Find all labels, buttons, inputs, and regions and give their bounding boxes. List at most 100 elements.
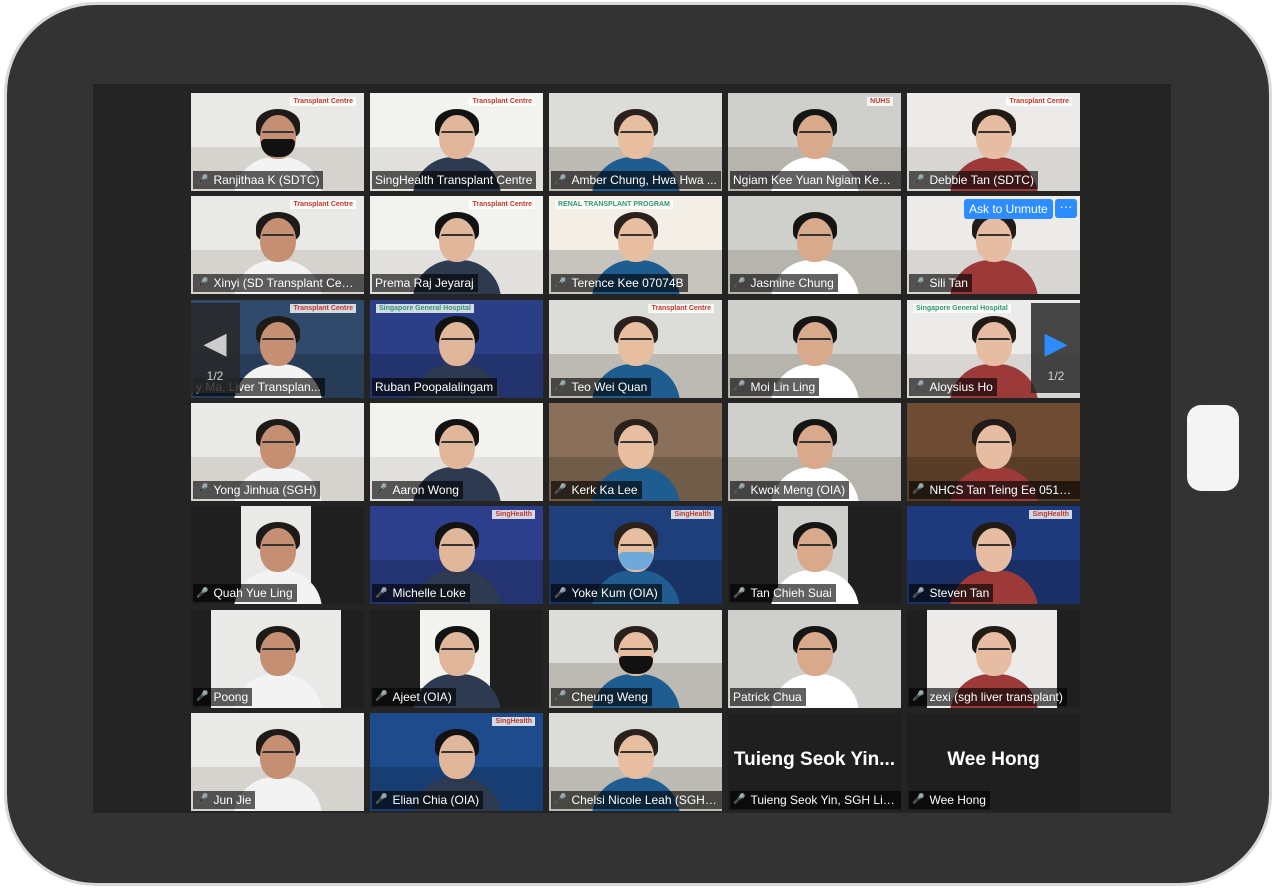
participant-name: Yoke Kum (OIA) (571, 586, 658, 601)
participant-tile[interactable]: 🎤 Aaron Wong (370, 402, 543, 501)
participant-tile[interactable]: SingHealth 🎤 Elian Chia (OIA) (370, 712, 543, 811)
organisation-logo: NUHS (867, 97, 893, 106)
participant-video (233, 624, 322, 708)
participant-name-label: 🎤 Aaron Wong (372, 480, 463, 499)
participant-name-label: Prema Raj Jeyaraj (372, 274, 478, 293)
participant-name: Sili Tan (929, 276, 968, 291)
participant-tile[interactable]: Transplant Centre SingHealth Transplant C… (370, 93, 543, 191)
muted-mic-icon: 🎤 (196, 794, 209, 806)
participant-tile[interactable]: 🎤 Kwok Meng (OIA) (728, 402, 901, 501)
muted-mic-icon: 🎤 (733, 277, 746, 289)
participant-name-label: 🎤 zexi (sgh liver transplant) (909, 687, 1067, 706)
participant-name-label: 🎤 Kwok Meng (OIA) (730, 480, 850, 499)
muted-mic-icon: 🎤 (554, 277, 567, 289)
participant-name: Yong Jinhua (SGH) (213, 482, 317, 497)
more-options-button[interactable]: ··· (1055, 199, 1077, 219)
organisation-logo: Transplant Centre (290, 200, 356, 210)
muted-mic-icon: 🎤 (196, 174, 209, 186)
participant-tile[interactable]: Wee Hong 🎤 Wee Hong (907, 712, 1080, 811)
participant-name-label: Ruban Poopalalingam (372, 377, 498, 396)
muted-mic-icon: 🎤 (912, 277, 925, 289)
organisation-logo: SingHealth (492, 716, 535, 726)
participant-name: Quah Yue Ling (213, 586, 293, 601)
participant-name: Steven Tan (929, 586, 990, 601)
muted-mic-icon: 🎤 (912, 587, 925, 599)
participant-name: Ruban Poopalalingam (375, 379, 494, 394)
participant-tile[interactable]: 🎤 zexi (sgh liver transplant) (907, 609, 1080, 708)
ask-to-unmute-button[interactable]: Ask to Unmute (964, 199, 1053, 220)
participant-tile[interactable]: Transplant Centre Prema Raj Jeyaraj (370, 196, 543, 295)
participant-video (233, 727, 322, 811)
participant-name-label: 🎤 NHCS Tan Teing Ee 05101B (909, 480, 1080, 499)
tablet-home-button[interactable] (1187, 405, 1239, 491)
muted-mic-icon: 🎤 (912, 484, 925, 496)
participant-name: Jasmine Chung (750, 276, 834, 291)
muted-mic-icon: 🎤 (733, 587, 746, 599)
muted-mic-icon: 🎤 (196, 277, 209, 289)
participant-tile[interactable]: 🎤 Yong Jinhua (SGH) (191, 402, 364, 501)
participant-tile[interactable]: SingHealth 🎤 Yoke Kum (OIA) (549, 506, 722, 605)
participant-name-label: 🎤 Yong Jinhua (SGH) (193, 480, 321, 499)
muted-mic-icon: 🎤 (375, 587, 388, 599)
prev-page-button[interactable]: ◀ 1/2 (190, 303, 240, 393)
participant-name: zexi (sgh liver transplant) (929, 689, 1063, 704)
participant-name: NHCS Tan Teing Ee 05101B (929, 482, 1076, 497)
organisation-logo: Transplant Centre (290, 97, 356, 106)
participant-tile[interactable]: 🎤 Cheung Weng (549, 609, 722, 708)
participant-tile[interactable]: 🎤 Ajeet (OIA) (370, 609, 543, 708)
muted-mic-icon: 🎤 (554, 691, 567, 702)
participant-name: Poong (213, 689, 249, 704)
participant-tile[interactable]: 🎤 Chelsi Nicole Leah (SGH ... (549, 712, 722, 811)
muted-mic-icon: 🎤 (554, 484, 567, 496)
chevron-left-icon: ◀ (203, 327, 227, 360)
participant-tile[interactable]: NUHS Ngiam Kee Yuan Ngiam Kee ... (728, 93, 901, 191)
participant-tile[interactable]: 🎤 Kerk Ka Lee (549, 402, 722, 501)
participant-tile[interactable]: SingHealth 🎤 Steven Tan (907, 506, 1080, 605)
participant-name-label: 🎤 Ajeet (OIA) (372, 687, 456, 706)
muted-mic-icon: 🎤 (912, 174, 925, 186)
participant-name-label: 🎤 Wee Hong (909, 790, 990, 809)
participant-name: Kerk Ka Lee (571, 482, 638, 497)
organisation-logo: RENAL TRANSPLANT PROGRAM (555, 200, 673, 210)
next-page-button[interactable]: ▶ 1/2 (1031, 303, 1081, 393)
participant-name-label: 🎤 Jasmine Chung (730, 274, 838, 293)
participant-tile[interactable]: Transplant Centre 🎤 Ranjithaa K (SDTC) (191, 93, 364, 191)
organisation-logo: Transplant Centre (469, 97, 535, 106)
muted-mic-icon: 🎤 (912, 691, 925, 702)
participant-tile[interactable]: 🎤 Quah Yue Ling (191, 506, 364, 605)
participant-name: Tuieng Seok Yin, SGH Liv... (750, 792, 897, 807)
participant-video (949, 210, 1038, 295)
participant-tile[interactable]: 🎤 Amber Chung, Hwa Hwa ... (549, 93, 722, 191)
participant-name: Terence Kee 07074B (571, 276, 684, 291)
participant-tile[interactable]: Ask to Unmute ··· 🎤 Sili Tan (907, 196, 1080, 295)
muted-mic-icon: 🎤 (912, 381, 925, 393)
participant-name-label: 🎤 Sili Tan (909, 274, 972, 293)
participant-name: Xinyi (SD Transplant Cent... (213, 276, 360, 291)
participant-tile[interactable]: 🎤 Jun Jie (191, 712, 364, 811)
participant-tile[interactable]: 🎤 Jasmine Chung (728, 196, 901, 295)
participant-tile[interactable]: 🎤 Poong (191, 609, 364, 708)
participant-name: Tan Chieh Suai (750, 586, 832, 601)
participant-name-label: 🎤 Aloysius Ho (909, 377, 997, 396)
participant-tile[interactable]: Transplant Centre 🎤 Teo Wei Quan (549, 299, 722, 398)
participant-name-label: 🎤 Poong (193, 687, 253, 706)
muted-mic-icon: 🎤 (733, 381, 746, 393)
participant-tile[interactable]: Tuieng Seok Yin... 🎤 Tuieng Seok Yin, SGH … (728, 712, 901, 811)
participant-tile[interactable]: 🎤 Moi Lin Ling (728, 299, 901, 398)
participant-tile[interactable]: RENAL TRANSPLANT PROGRAM 🎤 Terence Kee 070… (549, 196, 722, 295)
participant-tile[interactable]: 🎤 Tan Chieh Suai (728, 506, 901, 605)
participant-tile[interactable]: Patrick Chua (728, 609, 901, 708)
participant-tile[interactable]: 🎤 NHCS Tan Teing Ee 05101B (907, 402, 1080, 501)
organisation-logo: Singapore General Hospital (376, 303, 474, 313)
participant-tile[interactable]: Transplant Centre 🎤 Xinyi (SD Transplant C… (191, 196, 364, 295)
participant-name-label: 🎤 Xinyi (SD Transplant Cent... (193, 274, 364, 293)
muted-mic-icon: 🎤 (733, 794, 746, 806)
participant-tile[interactable]: Singapore General Hospital Ruban Poopalal… (370, 299, 543, 398)
participant-name: Elian Chia (OIA) (392, 792, 480, 807)
participant-tile[interactable]: Transplant Centre 🎤 Debbie Tan (SDTC) (907, 93, 1080, 191)
participant-name-label: Patrick Chua (730, 687, 806, 706)
muted-mic-icon: 🎤 (375, 794, 388, 806)
muted-mic-icon: 🎤 (554, 794, 567, 806)
participant-tile[interactable]: SingHealth 🎤 Michelle Loke (370, 506, 543, 605)
participant-name: SingHealth Transplant Centre (375, 173, 533, 187)
